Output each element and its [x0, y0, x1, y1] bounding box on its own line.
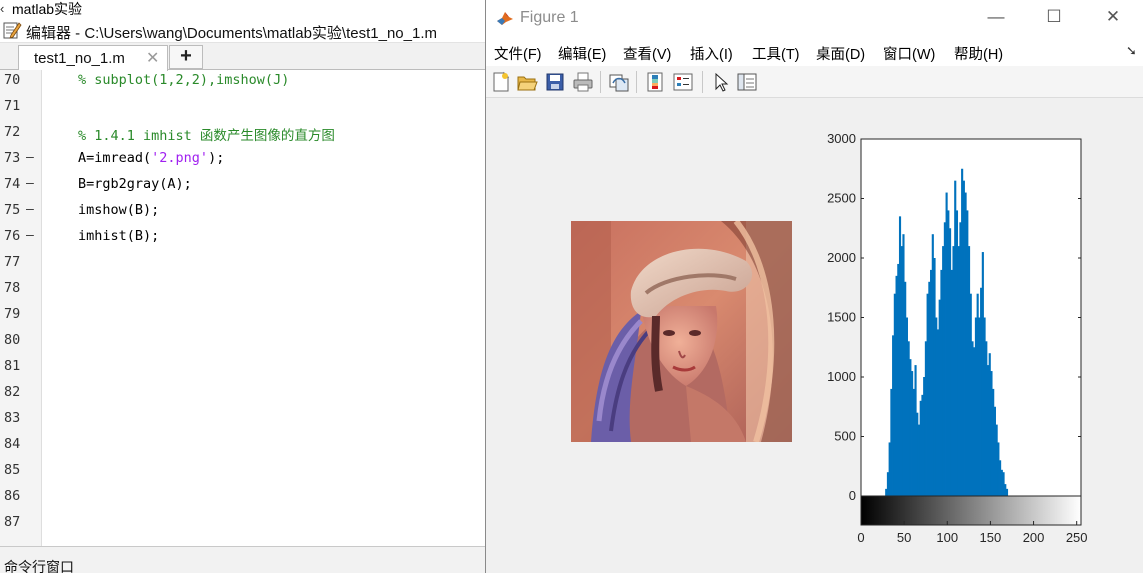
x-tick-label: 150: [980, 530, 1002, 545]
x-tick-label: 250: [1066, 530, 1088, 545]
line-number: 71: [4, 98, 21, 114]
line-number: 84: [4, 436, 21, 452]
command-window-bar[interactable]: 命令行窗口: [0, 546, 486, 573]
y-tick-label: 0: [849, 488, 856, 503]
line-number: 76: [4, 228, 21, 244]
line-number: 70: [4, 72, 21, 88]
tab-label: test1_no_1.m: [34, 50, 125, 67]
menu-tools[interactable]: 工具(T): [752, 43, 800, 64]
menu-desktop[interactable]: 桌面(D): [816, 43, 865, 64]
property-editor-icon[interactable]: [736, 71, 758, 93]
figure-window: Figure 1 — ☐ ✕ 文件(F) 编辑(E) 查看(V) 插入(I) 工…: [485, 0, 1143, 573]
workspace-label: matlab实验: [12, 1, 83, 17]
grayscale-colorbar: [860, 495, 1082, 526]
code-area[interactable]: % subplot(1,2,1),imshow(I)% subplot(1,2,…: [42, 70, 486, 546]
figure-titlebar: Figure 1 — ☐ ✕: [486, 0, 1143, 36]
x-tick-label: 0: [857, 530, 864, 545]
line-number: 79: [4, 306, 21, 322]
screen: ‹ matlab实验 编辑器 - C:\Users\wang\Documents…: [0, 0, 1143, 573]
menu-view[interactable]: 查看(V): [623, 43, 671, 64]
code-line: A=imread('2.png');: [78, 150, 224, 166]
editor-title: 编辑器 - C:\Users\wang\Documents\matlab实验\t…: [26, 25, 437, 42]
insert-legend-icon[interactable]: [672, 71, 694, 93]
y-tick-label: 3000: [827, 131, 856, 146]
line-number: 81: [4, 358, 21, 374]
chevron-left-icon[interactable]: ‹: [0, 1, 4, 16]
line-number: 83: [4, 410, 21, 426]
menu-help[interactable]: 帮助(H): [954, 43, 1003, 64]
breakpoint-dash[interactable]: —: [26, 202, 34, 217]
line-number: 82: [4, 384, 21, 400]
link-plot-icon[interactable]: [608, 71, 630, 93]
code-line: imhist(B);: [78, 228, 160, 244]
toolbar-separator: [600, 71, 601, 93]
menu-overflow-icon[interactable]: ➘: [1126, 43, 1137, 59]
tab-test1-no-1[interactable]: test1_no_1.m ✕: [18, 45, 168, 71]
toolbar-separator: [702, 71, 703, 93]
new-figure-icon[interactable]: [490, 71, 512, 93]
menu-window[interactable]: 窗口(W): [883, 43, 935, 64]
save-icon[interactable]: [544, 71, 566, 93]
x-tick-label: 200: [1023, 530, 1045, 545]
histogram-chart: 0 500 1000 1500 2000 2500 3000 0 50 100 150 200 250: [827, 131, 1088, 545]
line-number: 73: [4, 150, 21, 166]
code-line: imshow(B);: [78, 202, 160, 218]
figure-title: Figure 1: [520, 9, 579, 26]
line-number: 87: [4, 514, 21, 530]
close-button[interactable]: ✕: [1093, 6, 1133, 30]
workspace-bar: ‹ matlab实验: [0, 0, 486, 18]
menu-edit[interactable]: 编辑(E): [558, 43, 606, 64]
y-tick-label: 2500: [827, 191, 856, 206]
matlab-logo-icon: [496, 9, 514, 27]
x-tick-label: 50: [897, 530, 911, 545]
code-token: );: [208, 150, 225, 166]
editor-window: ‹ matlab实验 编辑器 - C:\Users\wang\Documents…: [0, 0, 486, 573]
line-number: 85: [4, 462, 21, 478]
edit-plot-cursor-icon[interactable]: [710, 71, 732, 93]
histogram-bar: [1005, 488, 1009, 496]
add-tab-button[interactable]: +: [169, 45, 203, 69]
string-literal: '2.png': [151, 150, 209, 166]
maximize-button[interactable]: ☐: [1034, 6, 1074, 30]
line-number: 78: [4, 280, 21, 296]
figure-menubar: 文件(F) 编辑(E) 查看(V) 插入(I) 工具(T) 桌面(D) 窗口(W…: [486, 36, 1143, 66]
code-token: A=imread(: [78, 150, 152, 166]
line-number-gutter: 70 71 72 73 — 74 — 75 — 76 — 77 78 79 80 81 82 83 84 85 86 87: [0, 70, 42, 546]
breakpoint-dash[interactable]: —: [26, 176, 34, 191]
menu-insert[interactable]: 插入(I): [690, 43, 733, 64]
insert-colorbar-icon[interactable]: [644, 71, 666, 93]
close-tab-icon[interactable]: ✕: [146, 48, 159, 68]
y-tick-label: 1000: [827, 369, 856, 384]
figure-canvas: 0 500 1000 1500 2000 2500 3000 0 50 100 150 200 250: [486, 98, 1143, 573]
print-icon[interactable]: [572, 71, 594, 93]
y-tick-label: 500: [834, 429, 856, 444]
command-window-label: 命令行窗口: [4, 559, 74, 573]
open-file-icon[interactable]: [516, 71, 538, 93]
x-tick-label: 100: [936, 530, 958, 545]
editor-tab-strip: test1_no_1.m ✕ +: [0, 43, 486, 71]
figure-toolbar: [486, 66, 1143, 98]
code-line: B=rgb2gray(A);: [78, 176, 192, 192]
line-number: 72: [4, 124, 21, 140]
menu-file[interactable]: 文件(F): [494, 43, 542, 64]
line-number: 75: [4, 202, 21, 218]
code-line: % subplot(1,2,2),imshow(J): [78, 72, 290, 88]
editor-titlebar: 编辑器 - C:\Users\wang\Documents\matlab实验\t…: [0, 19, 486, 43]
y-tick-label: 1500: [827, 310, 856, 325]
code-line: % 1.4.1 imhist 函数产生图像的直方图: [78, 128, 335, 144]
y-tick-label: 2000: [827, 250, 856, 265]
lena-image: [571, 221, 792, 442]
breakpoint-dash[interactable]: —: [26, 228, 34, 243]
minimize-button[interactable]: —: [976, 6, 1016, 30]
line-number: 74: [4, 176, 21, 192]
line-number: 86: [4, 488, 21, 504]
toolbar-separator: [636, 71, 637, 93]
line-number: 80: [4, 332, 21, 348]
line-number: 77: [4, 254, 21, 270]
editor-pen-icon: [3, 22, 22, 39]
breakpoint-dash[interactable]: —: [26, 150, 34, 165]
